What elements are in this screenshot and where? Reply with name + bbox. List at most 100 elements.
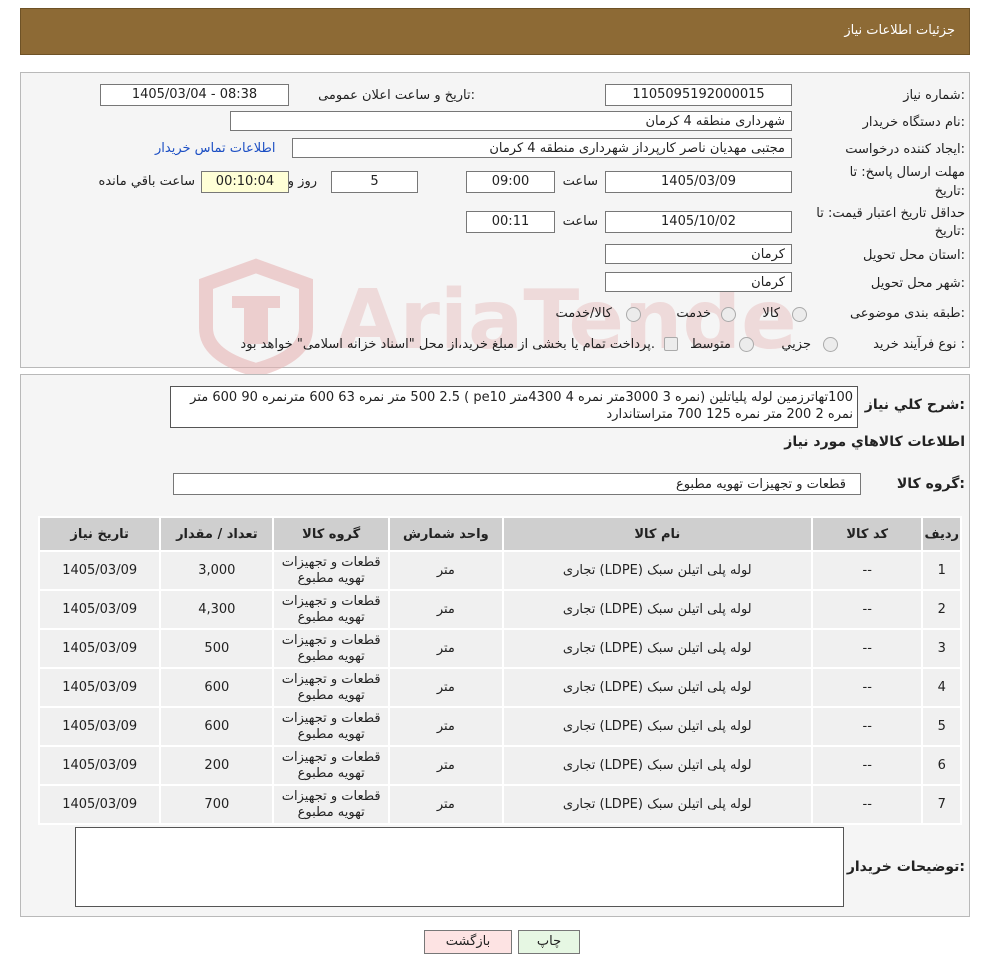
cell-name: لوله پلی اتیلن سبک (LDPE) تجاری [501,784,813,825]
province-field: کرمان [605,244,792,264]
cell-group: قطعات و تجهیزات تهویه مطبوع [272,784,391,825]
col-header-group: گروه کالا [272,516,391,552]
table-row: 3 -- لوله پلی اتیلن سبک (LDPE) تجاری متر قطع… [37,628,962,669]
announce-field: 1405/03/04 - 08:38 [100,84,289,106]
category-radio-goods-service[interactable] [626,307,641,322]
cell-quantity: 500 [159,628,275,669]
cell-date: 1405/03/09 [37,589,162,630]
cell-row-number: 6 [921,745,962,786]
cell-unit: متر [388,667,504,708]
cell-row-number: 7 [921,784,962,825]
need-number-label: شماره نیاز: [903,88,965,103]
goods-group-field: قطعات و تجهیزات تهویه مطبوع [173,473,861,495]
cell-unit: متر [388,589,504,630]
goods-section-title: اطلاعات کالاهاي مورد نياز [784,434,965,450]
city-label: شهر محل تحویل: [870,276,965,291]
cell-quantity: 3,000 [159,550,275,591]
cell-quantity: 600 [159,706,275,747]
print-button[interactable]: چاپ [518,930,580,954]
buyer-contact-link[interactable]: اطلاعات تماس خریدار [155,141,275,156]
validity-label: حداقل تاریخ اعتبار قیمت: تا [816,206,965,221]
days-remaining-field: 5 [331,171,418,193]
validity-date-field: 1405/10/02 [605,211,792,233]
cell-code: -- [810,706,924,747]
cell-name: لوله پلی اتیلن سبک (LDPE) تجاری [501,745,813,786]
col-header-row-number: ردیف [921,516,962,552]
cell-date: 1405/03/09 [37,667,162,708]
table-row: 7 -- لوله پلی اتیلن سبک (LDPE) تجاری متر قطع… [37,784,962,825]
col-header-unit: واحد شمارش [388,516,504,552]
cell-row-number: 2 [921,589,962,630]
category-label: طبقه بندی موضوعی: [849,306,965,321]
summary-label: شرح کلي نياز: [864,397,965,413]
buyer-org-field: شهرداری منطقه 4 کرمان [230,111,792,131]
cell-date: 1405/03/09 [37,784,162,825]
cell-name: لوله پلی اتیلن سبک (LDPE) تجاری [501,589,813,630]
validity-time-label: ساعت [562,214,598,229]
table-row: 2 -- لوله پلی اتیلن سبک (LDPE) تجاری متر قطع… [37,589,962,630]
col-header-code: کد کالا [810,516,924,552]
need-number-field: 1105095192000015 [605,84,792,106]
category-option-goods-service: کالا/خدمت [555,306,612,321]
back-button[interactable]: بازگشت [424,930,512,954]
page-header: جزئیات اطلاعات نیاز [20,8,970,55]
cell-code: -- [810,745,924,786]
table-row: 4 -- لوله پلی اتیلن سبک (LDPE) تجاری متر قطع… [37,667,962,708]
items-table: ردیف کد کالا نام کالا واحد شمارش گروه کا… [37,516,962,825]
cell-group: قطعات و تجهیزات تهویه مطبوع [272,589,391,630]
cell-code: -- [810,550,924,591]
cell-name: لوله پلی اتیلن سبک (LDPE) تجاری [501,667,813,708]
process-option-minor: جزیي [781,337,811,352]
category-radio-goods[interactable] [792,307,807,322]
cell-code: -- [810,589,924,630]
process-note: پرداخت تمام یا بخشی از مبلغ خرید،از محل … [240,337,655,352]
cell-quantity: 4,300 [159,589,275,630]
cell-code: -- [810,628,924,669]
city-field: کرمان [605,272,792,292]
deadline-date-field: 1405/03/09 [605,171,792,193]
cell-date: 1405/03/09 [37,628,162,669]
time-remaining-label: ساعت باقي مانده [98,174,195,189]
cell-unit: متر [388,784,504,825]
cell-name: لوله پلی اتیلن سبک (LDPE) تجاری [501,550,813,591]
cell-unit: متر [388,628,504,669]
cell-quantity: 200 [159,745,275,786]
validity-label-date: تاریخ: [934,224,965,239]
process-radio-medium[interactable] [739,337,754,352]
deadline-label: مهلت ارسال پاسخ: تا [849,165,965,180]
table-row: 1 -- لوله پلی اتیلن سبک (LDPE) تجاری متر قطع… [37,550,962,591]
category-option-service: خدمت [676,306,711,321]
table-row: 5 -- لوله پلی اتیلن سبک (LDPE) تجاری متر قطع… [37,706,962,747]
cell-row-number: 3 [921,628,962,669]
cell-date: 1405/03/09 [37,745,162,786]
col-header-name: نام کالا [501,516,813,552]
treasury-checkbox[interactable] [664,337,678,351]
cell-group: قطعات و تجهیزات تهویه مطبوع [272,706,391,747]
validity-time-field: 00:11 [466,211,555,233]
time-remaining-field: 00:10:04 [201,171,289,193]
cell-date: 1405/03/09 [37,550,162,591]
deadline-time-field: 09:00 [466,171,555,193]
items-table-wrapper: ردیف کد کالا نام کالا واحد شمارش گروه کا… [37,516,966,825]
cell-code: -- [810,667,924,708]
cell-name: لوله پلی اتیلن سبک (LDPE) تجاری [501,628,813,669]
deadline-label-date: تاریخ: [934,184,965,199]
cell-unit: متر [388,745,504,786]
cell-group: قطعات و تجهیزات تهویه مطبوع [272,550,391,591]
requester-label: ایجاد کننده درخواست: [845,142,965,157]
requester-field: مجتبی مهدیان ناصر کارپرداز شهرداری منطقه… [292,138,792,158]
province-label: استان محل تحویل: [863,248,965,263]
table-header-row: ردیف کد کالا نام کالا واحد شمارش گروه کا… [37,516,962,552]
category-radio-service[interactable] [721,307,736,322]
cell-code: -- [810,784,924,825]
table-row: 6 -- لوله پلی اتیلن سبک (LDPE) تجاری متر قطع… [37,745,962,786]
process-radio-minor[interactable] [823,337,838,352]
buyer-org-label: نام دستگاه خریدار: [862,115,965,130]
buyer-notes-label: توضیحات خریدار: [846,859,965,875]
cell-unit: متر [388,706,504,747]
summary-text: 100تهاترزمین لوله پلیاتلین (نمره 3 3000م… [170,386,858,428]
cell-quantity: 600 [159,667,275,708]
cell-date: 1405/03/09 [37,706,162,747]
process-label: نوع فرآیند خرید : [873,337,965,352]
buyer-notes-field[interactable] [75,827,844,907]
